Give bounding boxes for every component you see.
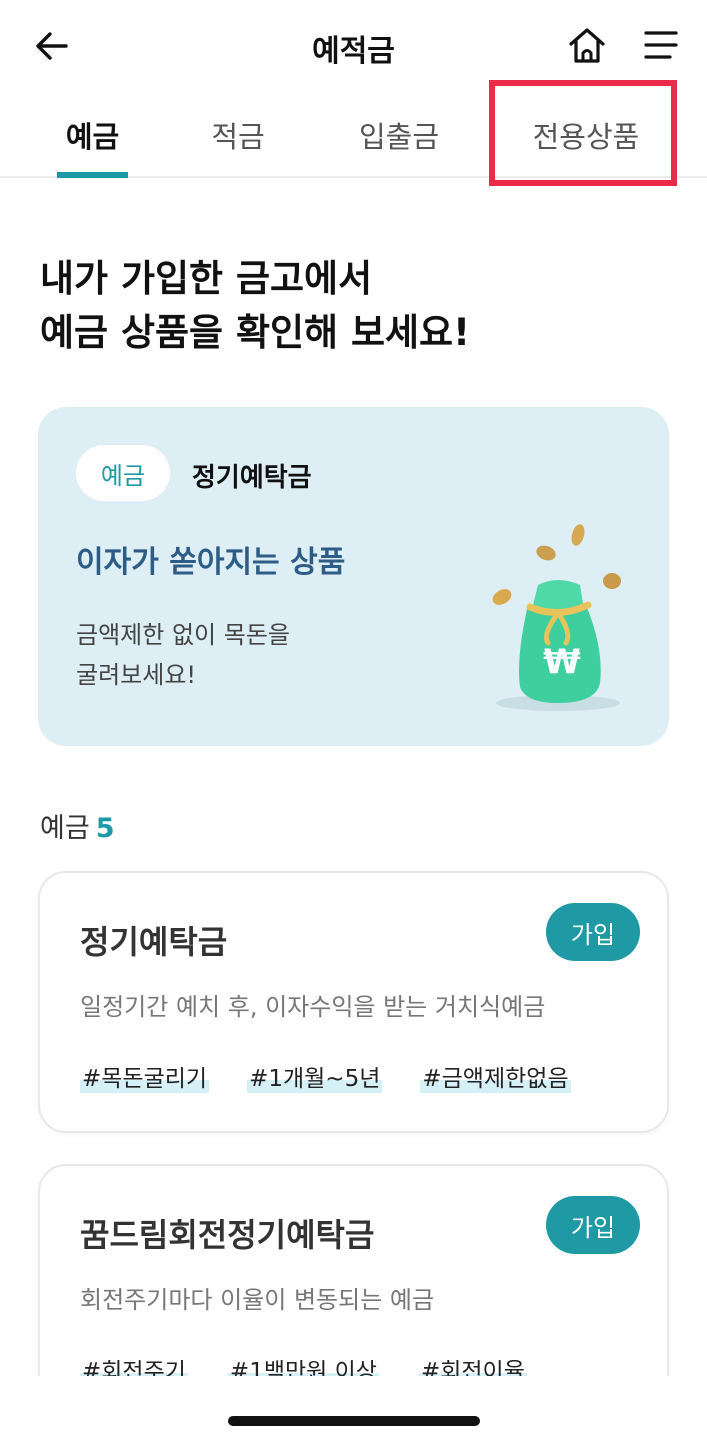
product-count-row: 예금 5 xyxy=(40,806,114,845)
highlight-annotation-box xyxy=(489,80,677,186)
bag-won-symbol: ₩ xyxy=(543,642,581,682)
tab-checking[interactable]: 입출금 xyxy=(352,114,446,156)
headline-line-1: 내가 가입한 금고에서 xyxy=(40,257,373,300)
product-tags: #목돈굴리기 #1개월~5년 #금액제한없음 xyxy=(80,1059,571,1093)
product-card[interactable]: 정기예탁금 가입 일정기간 예치 후, 이자수익을 받는 거치식예금 #목돈굴리… xyxy=(38,871,669,1133)
product-title: 정기예탁금 xyxy=(80,923,228,961)
promo-category-chip: 예금 xyxy=(76,445,170,501)
promo-description-line-2: 굴려보세요! xyxy=(76,661,197,689)
product-tag: #목돈굴리기 xyxy=(80,1059,210,1093)
product-tag: #1개월~5년 xyxy=(247,1059,383,1093)
home-icon xyxy=(569,28,605,63)
promo-description-line-1: 금액제한 없이 목돈을 xyxy=(76,621,290,649)
product-count-label: 예금 xyxy=(40,813,90,844)
tab-installment-savings[interactable]: 적금 xyxy=(200,114,276,156)
money-bag-with-coins-icon: ₩ xyxy=(492,524,621,711)
promo-product-name: 정기예탁금 xyxy=(192,463,312,493)
product-tag: #금액제한없음 xyxy=(420,1059,571,1093)
join-button[interactable]: 가입 xyxy=(546,1196,640,1254)
product-count-badge: 5 xyxy=(95,813,115,844)
product-description: 회전주기마다 이율이 변동되는 예금 xyxy=(80,1286,435,1314)
home-indicator[interactable] xyxy=(228,1416,480,1426)
promo-banner[interactable]: 예금 정기예탁금 이자가 쏟아지는 상품 금액제한 없이 목돈을 굴려보세요! … xyxy=(38,407,669,746)
promo-description: 금액제한 없이 목돈을 굴려보세요! xyxy=(76,615,290,695)
promo-heading: 이자가 쏟아지는 상품 xyxy=(76,545,346,580)
bottom-safe-area xyxy=(0,1376,707,1440)
product-description: 일정기간 예치 후, 이자수익을 받는 거치식예금 xyxy=(80,993,546,1021)
home-button[interactable] xyxy=(562,20,612,70)
active-tab-indicator xyxy=(57,172,128,178)
page-headline: 내가 가입한 금고에서 예금 상품을 확인해 보세요! xyxy=(40,252,470,360)
headline-line-2: 예금 상품을 확인해 보세요! xyxy=(40,311,470,354)
top-app-bar: 예적금 xyxy=(0,0,707,92)
product-title: 꿈드림회전정기예탁금 xyxy=(80,1216,375,1254)
tab-deposit[interactable]: 예금 xyxy=(57,114,128,156)
join-button[interactable]: 가입 xyxy=(546,903,640,961)
menu-button[interactable] xyxy=(636,20,686,70)
hamburger-menu-icon xyxy=(644,31,678,59)
